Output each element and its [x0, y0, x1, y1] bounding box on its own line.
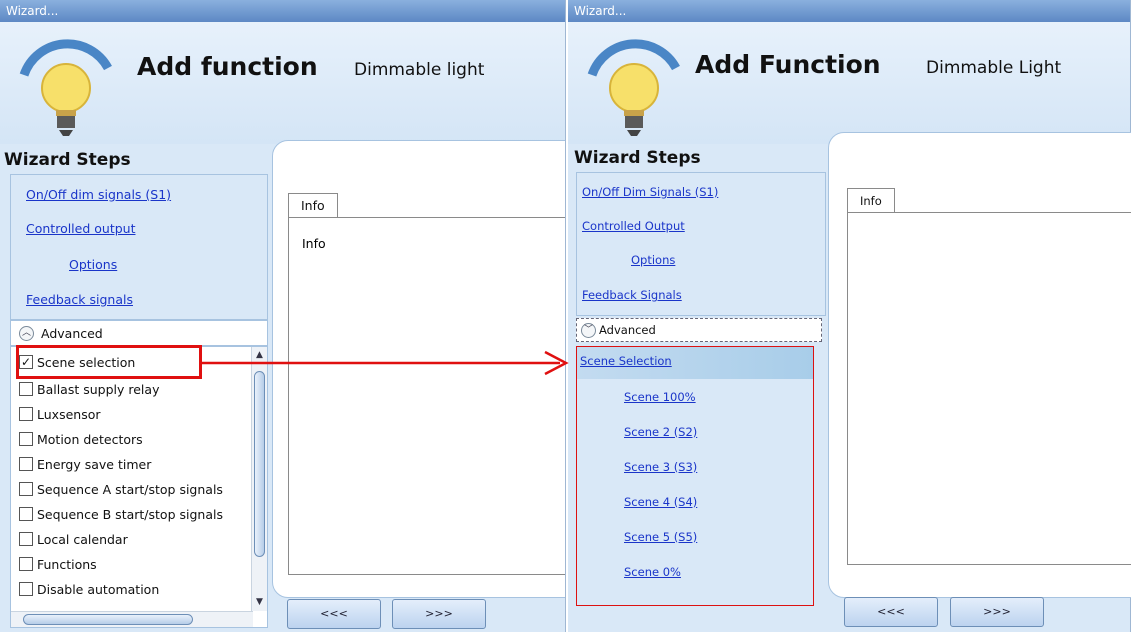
step-options[interactable]: Options	[631, 253, 675, 267]
window-titlebar: Wizard...	[0, 0, 565, 22]
lightbulb-icon	[19, 39, 112, 136]
checkbox-disable-automation[interactable]: Disable automation	[19, 579, 159, 599]
checkbox-functions[interactable]: Functions	[19, 554, 97, 574]
chevron-down-icon: ﹀	[581, 323, 596, 338]
checkbox-energy-save-timer[interactable]: Energy save timer	[19, 454, 151, 474]
info-panel	[847, 212, 1131, 565]
step-controlled-output[interactable]: Controlled Output	[582, 219, 685, 233]
scene-selection-step[interactable]: Scene Selection	[577, 347, 813, 379]
left-wizard-panel: Wizard... Add function Dimmable light Wi…	[0, 0, 566, 632]
advanced-checklist: ✓ Scene selection Ballast supply relay L…	[10, 346, 268, 628]
step-onoff-dim-signals[interactable]: On/Off dim signals (S1)	[26, 187, 171, 202]
step-scene-4[interactable]: Scene 4 (S4)	[624, 495, 697, 509]
checkbox-icon[interactable]	[19, 432, 33, 446]
wizard-steps-title: Wizard Steps	[574, 148, 701, 168]
step-options[interactable]: Options	[69, 257, 117, 272]
scroll-down-icon[interactable]: ▼	[256, 597, 263, 607]
checkbox-local-calendar[interactable]: Local calendar	[19, 529, 128, 549]
lightbulb-icon	[587, 39, 680, 136]
wizard-steps-list: On/Off dim signals (S1) Controlled outpu…	[10, 174, 268, 320]
back-button[interactable]: <<<	[287, 599, 381, 629]
step-scene-2[interactable]: Scene 2 (S2)	[624, 425, 697, 439]
checkbox-motion-detectors[interactable]: Motion detectors	[19, 429, 143, 449]
checkbox-label: Local calendar	[37, 531, 128, 547]
wizard-steps-title: Wizard Steps	[4, 150, 131, 170]
step-scene-selection[interactable]: Scene Selection	[580, 354, 672, 368]
checkbox-icon[interactable]	[19, 457, 33, 471]
content-area: Info	[828, 132, 1131, 598]
checkbox-label: Motion detectors	[37, 431, 143, 447]
scrollbar-thumb[interactable]	[254, 371, 265, 557]
next-button[interactable]: >>>	[392, 599, 486, 629]
info-text: Info	[302, 236, 326, 251]
highlight-box	[16, 345, 202, 379]
wizard-header: Add Function Dimmable Light	[568, 22, 1130, 144]
vertical-scrollbar[interactable]: ▲ ▼	[251, 347, 267, 611]
page-subtitle: Dimmable light	[354, 60, 485, 80]
next-button[interactable]: >>>	[950, 597, 1044, 627]
advanced-toggle[interactable]: ﹀ Advanced	[576, 318, 822, 342]
checkbox-luxsensor[interactable]: Luxsensor	[19, 404, 101, 424]
scrollbar-thumb[interactable]	[23, 614, 193, 625]
checkbox-icon[interactable]	[19, 407, 33, 421]
checkbox-ballast-supply-relay[interactable]: Ballast supply relay	[19, 379, 159, 399]
page-subtitle: Dimmable Light	[926, 58, 1062, 78]
content-area: Info Info	[272, 140, 565, 598]
wizard-steps-list: On/Off Dim Signals (S1) Controlled Outpu…	[576, 172, 826, 316]
checkbox-icon[interactable]	[19, 482, 33, 496]
step-scene-100[interactable]: Scene 100%	[624, 390, 696, 404]
advanced-label: Advanced	[599, 323, 656, 337]
checkbox-icon[interactable]	[19, 507, 33, 521]
checkbox-sequence-b[interactable]: Sequence B start/stop signals	[19, 504, 223, 524]
checkbox-icon[interactable]	[19, 582, 33, 596]
checkbox-sequence-a[interactable]: Sequence A start/stop signals	[19, 479, 223, 499]
scene-steps-list: Scene Selection Scene 100% Scene 2 (S2) …	[576, 346, 814, 606]
checkbox-label: Functions	[37, 556, 97, 572]
page-title: Add Function	[695, 50, 881, 79]
advanced-label: Advanced	[41, 326, 103, 341]
checkbox-icon[interactable]	[19, 557, 33, 571]
horizontal-scrollbar[interactable]	[11, 611, 253, 627]
tab-info[interactable]: Info	[847, 188, 895, 213]
checkbox-label: Energy save timer	[37, 456, 152, 472]
step-scene-5[interactable]: Scene 5 (S5)	[624, 530, 697, 544]
step-feedback-signals[interactable]: Feedback signals	[26, 292, 133, 307]
info-panel: Info	[288, 217, 565, 575]
page-title: Add function	[137, 52, 318, 81]
wizard-header: Add function Dimmable light	[0, 22, 565, 144]
step-controlled-output[interactable]: Controlled output	[26, 221, 136, 236]
checkbox-label: Disable automation	[37, 581, 160, 597]
checkbox-label: Ballast supply relay	[37, 381, 160, 397]
window-titlebar: Wizard...	[568, 0, 1130, 22]
step-onoff-dim-signals[interactable]: On/Off Dim Signals (S1)	[582, 185, 718, 199]
step-scene-0[interactable]: Scene 0%	[624, 565, 681, 579]
checkbox-label: Sequence A start/stop signals	[37, 481, 223, 497]
advanced-toggle[interactable]: ︿ Advanced	[10, 320, 268, 346]
tab-info[interactable]: Info	[288, 193, 338, 218]
checkbox-label: Luxsensor	[37, 406, 101, 422]
chevron-up-icon: ︿	[19, 326, 34, 341]
scroll-up-icon[interactable]: ▲	[256, 350, 263, 360]
checkbox-icon[interactable]	[19, 532, 33, 546]
checkbox-icon[interactable]	[19, 382, 33, 396]
back-button[interactable]: <<<	[844, 597, 938, 627]
checkbox-label: Sequence B start/stop signals	[37, 506, 223, 522]
step-scene-3[interactable]: Scene 3 (S3)	[624, 460, 697, 474]
step-feedback-signals[interactable]: Feedback Signals	[582, 288, 682, 302]
